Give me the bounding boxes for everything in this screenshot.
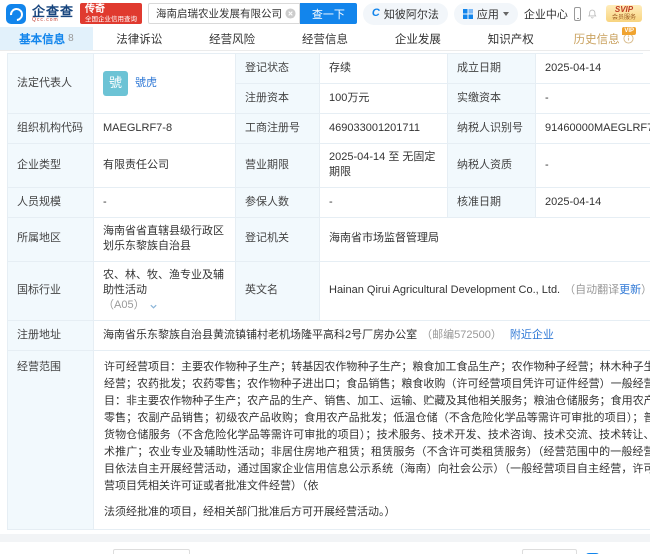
field-label: 纳税人资质 xyxy=(448,144,536,188)
tab-intellectual-property[interactable]: 知识产权 xyxy=(464,27,557,50)
chevron-down-icon xyxy=(502,11,509,16)
auto-translate-note: （自动翻译 xyxy=(564,283,620,296)
nearby-companies-link[interactable]: 附近企业 xyxy=(510,328,554,343)
field-value: 海南省市场监督管理局 xyxy=(320,218,650,262)
field-label: 企业类型 xyxy=(8,144,94,188)
tab-operating-info[interactable]: 经营信息 xyxy=(279,27,372,50)
field-value: 2025-04-14 xyxy=(536,188,650,218)
field-label: 国标行业 xyxy=(8,261,94,321)
shareholders-title: 股东信息 xyxy=(8,551,58,554)
english-name-cell: Hainan Qirui Agricultural Development Co… xyxy=(320,262,650,321)
qcc-logo: 企查查 Qcc.com xyxy=(32,5,74,23)
field-label: 核准日期 xyxy=(448,187,536,218)
search-input[interactable] xyxy=(148,3,300,24)
basic-info-table: 法定代表人 號 號虎 登记状态 存续 成立日期 2025-04-14 注册资本 … xyxy=(7,53,650,531)
address-value: 海南省乐东黎族自治县黄流镇铺村老机场隆平高科2号厂房办公室 xyxy=(103,328,418,341)
field-label: 成立日期 xyxy=(448,54,536,84)
industry-cell: 农、林、牧、渔专业及辅助性活动 （A05） xyxy=(94,261,236,321)
field-value: - xyxy=(536,144,650,188)
qcc-logo-icon xyxy=(6,3,26,24)
business-scope-text-2: 法须经批准的项目，经相关部门批准后方可开展经营活动。） xyxy=(104,506,396,519)
field-value: MAEGLRF7-8 xyxy=(94,114,236,144)
field-value: 2025-04-14 xyxy=(536,54,650,84)
zhibei-label: 知彼阿尔法 xyxy=(383,8,439,21)
field-label: 注册资本 xyxy=(236,84,320,114)
legal-rep-link[interactable]: 號虎 xyxy=(135,76,157,91)
clear-search-icon[interactable] xyxy=(285,8,296,19)
field-value: - xyxy=(320,187,448,218)
update-translation-link[interactable]: 更新 xyxy=(619,283,641,298)
legal-rep-avatar: 號 xyxy=(103,71,128,96)
expand-chevron-icon[interactable] xyxy=(149,302,158,311)
field-value: 存续 xyxy=(320,54,448,84)
section-divider xyxy=(0,534,650,543)
field-value: 91460000MAEGLRF78Y xyxy=(536,114,650,144)
field-label: 营业期限 xyxy=(236,144,320,188)
top-bar: 企查查 Qcc.com 传奇 全国企业信用查询 查一下 C 知彼阿尔法 应用 企… xyxy=(0,0,650,27)
shareholders-section: 股东信息 1 股权结构 导出 xyxy=(0,542,650,554)
field-label: 注册地址 xyxy=(8,320,94,351)
apps-label: 应用 xyxy=(476,8,499,21)
industry-code: （A05） xyxy=(103,299,145,312)
credit-query-badge: 传奇 全国企业信用查询 xyxy=(80,3,143,24)
field-label: 经营范围 xyxy=(8,350,94,531)
search-box xyxy=(148,3,300,24)
enterprise-center-link[interactable]: 企业中心 xyxy=(524,6,568,22)
field-label: 参保人数 xyxy=(236,187,320,218)
field-label: 实缴资本 xyxy=(448,84,536,114)
field-label: 组织机构代码 xyxy=(8,114,94,144)
field-label: 法定代表人 xyxy=(8,54,94,114)
field-label: 登记状态 xyxy=(236,54,320,84)
tab-count: 8 xyxy=(68,33,74,44)
qcc-watermark: 企查查 xyxy=(584,551,642,554)
field-value: - xyxy=(94,187,236,218)
shareholders-header: 股东信息 1 股权结构 导出 xyxy=(8,549,642,554)
field-value: 469033001201711 xyxy=(320,114,448,144)
field-label: 工商注册号 xyxy=(236,114,320,144)
address-cell: 海南省乐东黎族自治县黄流镇铺村老机场隆平高科2号厂房办公室 （邮编572500）… xyxy=(94,321,650,351)
equity-structure-button[interactable]: 股权结构 xyxy=(112,549,190,554)
postcode: （邮编572500） xyxy=(421,328,502,341)
field-label: 登记机关 xyxy=(236,217,320,262)
zhibei-c-icon: C xyxy=(371,7,380,19)
field-label: 纳税人识别号 xyxy=(448,114,536,144)
search-button[interactable]: 查一下 xyxy=(299,3,357,24)
field-label: 所属地区 xyxy=(8,217,94,262)
section-tabs: 基本信息 8 法律诉讼 经营风险 经营信息 企业发展 知识产权 历史信息 VIP xyxy=(0,27,650,51)
field-value: 100万元 xyxy=(320,84,448,114)
vip-badge: VIP xyxy=(622,27,637,35)
logo-title: 企查查 xyxy=(32,3,75,19)
tab-legal-litigation[interactable]: 法律诉讼 xyxy=(93,27,186,50)
mobile-app-icon[interactable] xyxy=(573,6,582,21)
business-scope-cell: 许可经营项目：主要农作物种子生产；转基因农作物种子生产；粮食加工食品生产；农作物… xyxy=(94,351,650,531)
zhibei-alpha-button[interactable]: C 知彼阿尔法 xyxy=(362,2,448,25)
export-button[interactable]: 导出 xyxy=(521,549,577,554)
svip-label: SVIP xyxy=(614,4,634,14)
field-label: 英文名 xyxy=(236,261,320,321)
industry-value: 农、林、牧、渔专业及辅助性活动 xyxy=(103,268,224,296)
field-value: 有限责任公司 xyxy=(94,144,236,188)
field-value: 海南省省直辖县级行政区划乐东黎族自治县 xyxy=(94,217,236,262)
tab-operating-risk[interactable]: 经营风险 xyxy=(186,27,279,50)
apps-grid-icon xyxy=(462,8,473,19)
field-value: 2025-04-14 至 无固定期限 xyxy=(320,144,448,188)
field-label: 人员规模 xyxy=(8,187,94,218)
legal-rep-cell: 號 號虎 xyxy=(94,54,236,114)
tab-history-info[interactable]: 历史信息 VIP xyxy=(557,27,650,50)
tab-company-development[interactable]: 企业发展 xyxy=(371,27,464,50)
svip-badge[interactable]: SVIP 会员服务 xyxy=(605,4,642,23)
field-value: - xyxy=(536,84,650,114)
svip-sublabel: 会员服务 xyxy=(611,14,636,21)
business-scope-text: 许可经营项目：主要农作物种子生产；转基因农作物种子生产；粮食加工食品生产；农作物… xyxy=(104,360,650,493)
apps-menu-button[interactable]: 应用 xyxy=(453,2,518,25)
english-name-value: Hainan Qirui Agricultural Development Co… xyxy=(329,283,561,296)
tab-basic-info[interactable]: 基本信息 8 xyxy=(0,27,93,50)
notification-bell-icon[interactable] xyxy=(587,7,598,21)
